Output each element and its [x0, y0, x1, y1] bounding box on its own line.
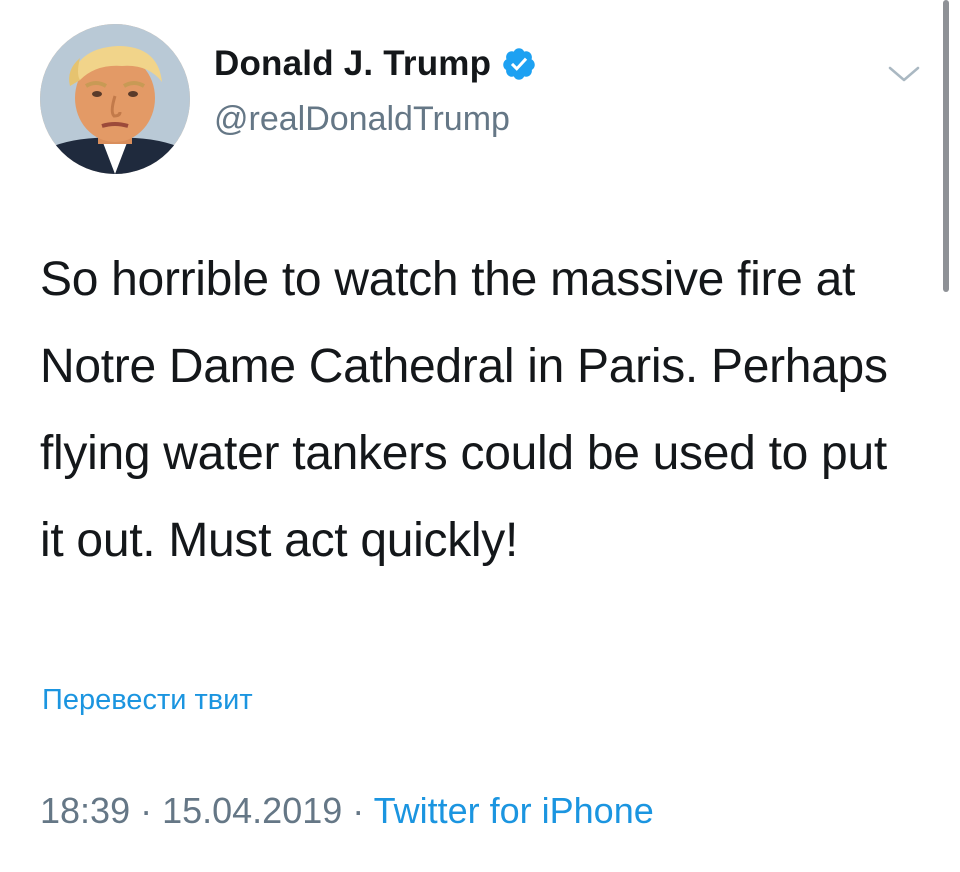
scrollbar[interactable]: [943, 0, 949, 292]
chevron-down-icon[interactable]: [886, 62, 922, 86]
tweet-text: So horrible to watch the massive fire at…: [40, 253, 888, 567]
tweet-date: 15.04.2019: [162, 790, 343, 831]
avatar[interactable]: [40, 24, 190, 174]
tweet-time: 18:39: [40, 790, 131, 831]
meta-separator: ·: [342, 790, 374, 831]
handle[interactable]: @realDonaldTrump: [214, 100, 510, 139]
tweet-meta: 18:39 · 15.04.2019 · Twitter for iPhone: [40, 790, 654, 832]
verified-badge-icon: [501, 46, 537, 82]
display-name-text: Donald J. Trump: [214, 44, 492, 83]
meta-separator: ·: [130, 790, 163, 831]
profile-photo: [40, 24, 190, 174]
display-name[interactable]: Donald J. Trump: [214, 44, 537, 84]
translate-tweet-link[interactable]: Перевести твит: [42, 684, 253, 717]
tweet-source-link[interactable]: Twitter for iPhone: [374, 790, 654, 831]
